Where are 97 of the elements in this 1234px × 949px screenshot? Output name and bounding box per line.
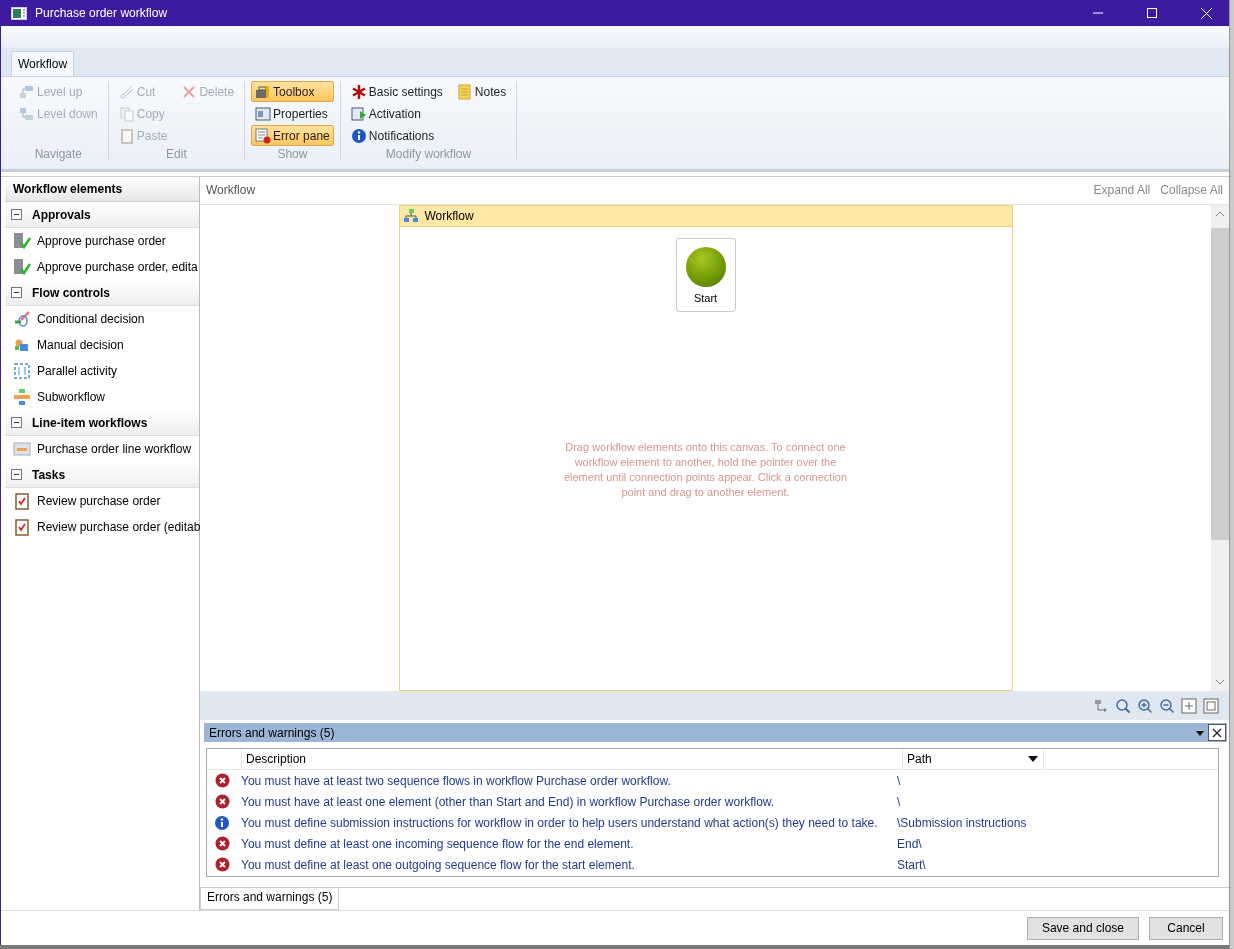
sort-caret-icon[interactable]	[1027, 755, 1039, 764]
parallel-activity-icon	[13, 362, 31, 380]
path-cell-text: Start\	[896, 857, 926, 872]
sidebar-item[interactable]: Parallel activity	[37, 364, 118, 378]
tree-link[interactable]: Collapse All	[1160, 183, 1223, 198]
description-cell-text: You must have at least one element (other than Start and End) in workflow Purchase order workflow.	[240, 794, 776, 809]
path-cell-text: \	[896, 794, 901, 809]
toolbox-icon	[255, 83, 272, 100]
sidebar-item[interactable]: Approve purchase order	[37, 234, 166, 248]
actual-size-icon[interactable]	[1203, 697, 1219, 714]
collapse-icon[interactable]	[11, 287, 22, 298]
copy-icon	[118, 105, 135, 122]
fit-to-window-icon[interactable]	[1181, 697, 1197, 714]
properties-icon	[255, 105, 272, 122]
pane-tab[interactable]: Errors and warnings (5)	[200, 888, 340, 910]
description-cell-text: You must define at least one outgoing sequence flow for the start element.	[240, 857, 636, 872]
task-icon	[13, 492, 31, 510]
error-icon	[214, 794, 230, 810]
dialog-button[interactable]: Cancel	[1149, 916, 1223, 940]
close-icon	[1212, 727, 1222, 738]
scrollbar[interactable]	[1211, 204, 1229, 691]
sidebar-title: Workflow elements	[5, 177, 199, 202]
approve-icon	[13, 258, 31, 276]
error-icon	[214, 773, 230, 789]
ribbon-group-label: Navigate	[33, 147, 84, 161]
dialog-button[interactable]: Save and close	[1026, 916, 1139, 940]
ribbon-button[interactable]: Error pane	[251, 125, 334, 146]
sidebar-item[interactable]: Conditional decision	[37, 312, 145, 326]
sidebar-group-label: Tasks	[32, 467, 66, 482]
close-icon	[1200, 7, 1212, 19]
ribbon-button[interactable]: Basic settings	[346, 81, 447, 102]
asterisk-icon	[350, 83, 367, 100]
line-workflow-icon	[13, 440, 31, 458]
zoom-out-icon[interactable]	[1159, 697, 1175, 714]
window-title: Purchase order workflow	[35, 6, 169, 20]
approve-icon	[13, 232, 31, 250]
ribbon-button[interactable]: Properties	[251, 103, 334, 124]
window-app-icon	[11, 6, 27, 20]
path-cell-text: \	[896, 773, 901, 788]
sidebar-group-label: Line-item workflows	[32, 415, 148, 430]
task-icon	[13, 518, 31, 536]
ribbon-button[interactable]: Notifications	[346, 125, 447, 146]
collapse-icon[interactable]	[11, 209, 22, 220]
ribbon-group-label: Edit	[165, 147, 188, 161]
info-icon	[350, 127, 367, 144]
scissors-icon	[118, 83, 135, 100]
error-icon	[214, 857, 230, 873]
delete-icon	[181, 83, 198, 100]
collapse-icon[interactable]	[11, 469, 22, 480]
column-header[interactable]: Description	[242, 749, 903, 770]
sidebar-item[interactable]: Subworkflow	[37, 390, 106, 404]
level-down-icon	[19, 105, 35, 122]
zoom-fit-icon[interactable]	[1115, 697, 1131, 714]
start-node[interactable]: Start	[675, 237, 736, 312]
description-cell-text: You must define at least one incoming sequence flow for the end element.	[240, 836, 635, 851]
tree-link[interactable]: Expand All	[1093, 183, 1151, 198]
notes-icon	[456, 83, 473, 100]
sidebar-item[interactable]: Approve purchase order, edita	[37, 260, 198, 274]
connector-icon[interactable]	[1093, 697, 1109, 714]
container-title: Workflow	[424, 208, 474, 223]
start-circle-icon	[684, 245, 727, 288]
sidebar-item[interactable]: Review purchase order (editab	[37, 520, 201, 534]
description-cell-text: You must define submission instructions for workflow in order to help users understand what action(s) they need to take.	[240, 815, 879, 830]
sidebar-group-label: Approvals	[32, 207, 91, 222]
activation-icon	[350, 105, 367, 122]
ribbon-group-label: Show	[276, 147, 309, 161]
pane-title: Errors and warnings (5)	[209, 725, 336, 740]
scroll-up-icon[interactable]	[1215, 209, 1225, 218]
column-header[interactable]: Path	[903, 749, 1044, 770]
sidebar-item[interactable]: Purchase order line workflow	[37, 442, 192, 456]
collapse-icon[interactable]	[11, 417, 22, 428]
scroll-down-icon[interactable]	[1215, 677, 1225, 686]
maximize-icon	[1147, 8, 1157, 18]
ribbon-button[interactable]: Notes	[452, 81, 511, 102]
sidebar-group-label: Flow controls	[32, 285, 110, 300]
ribbon-button[interactable]: Toolbox	[251, 81, 334, 102]
info-icon	[214, 814, 230, 831]
ribbon-button[interactable]: Activation	[346, 103, 447, 124]
close-pane-button[interactable]	[1208, 724, 1226, 742]
canvas-hint: Drag workflow elements onto this canvas. To connect one workflow element to another, hold the pointer over the element until connection points appear. Click a connection point and drag to another element.	[562, 439, 849, 500]
zoom-in-icon[interactable]	[1137, 697, 1153, 714]
sidebar-item[interactable]: Manual decision	[37, 338, 124, 352]
error-icon	[214, 836, 230, 852]
ribbon-tab[interactable]: Workflow	[11, 51, 75, 76]
description-cell-text: You must have at least two sequence flows in workflow Purchase order workflow.	[240, 773, 672, 788]
level-up-icon	[19, 83, 35, 100]
subworkflow-icon	[13, 388, 31, 406]
breadcrumb: Workflow	[206, 183, 257, 198]
path-cell-text: End\	[896, 836, 922, 851]
start-label: Start	[693, 291, 718, 304]
path-cell-text: \Submission instructions	[896, 815, 1027, 830]
workflow-icon	[402, 207, 419, 224]
sidebar-item[interactable]: Review purchase order	[37, 494, 161, 508]
ribbon-group-label: Modify workflow	[384, 147, 473, 161]
error-pane-icon	[255, 127, 272, 144]
clipboard-icon	[118, 127, 135, 144]
conditional-decision-icon	[13, 310, 31, 328]
